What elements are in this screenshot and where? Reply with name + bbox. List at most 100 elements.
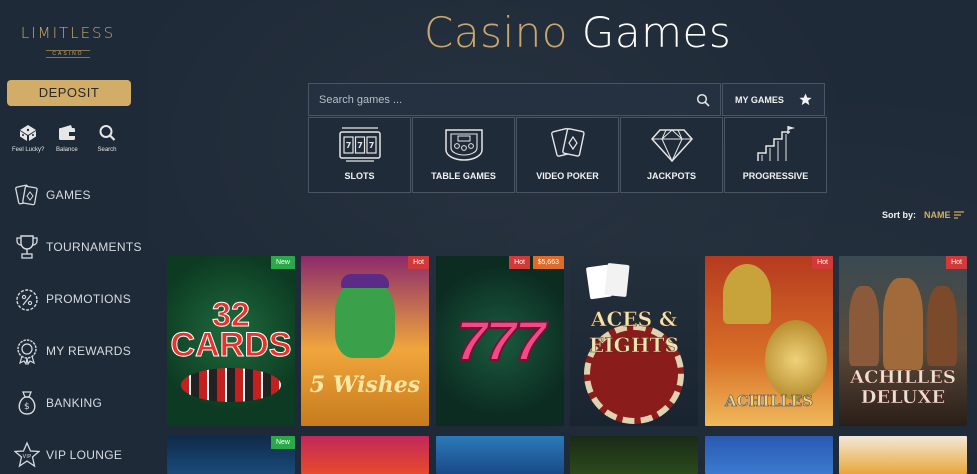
shield-art bbox=[765, 320, 827, 400]
money-bag-icon: $ bbox=[18, 391, 36, 415]
percent-badge-icon bbox=[16, 289, 38, 311]
warrior-art bbox=[927, 286, 957, 366]
category-bar: 777 SLOTS TABLE GAMES VIDEO POKER JACKPO… bbox=[308, 117, 828, 193]
nav-tournaments[interactable]: TOURNAMENTS bbox=[14, 232, 142, 262]
nav-my-rewards[interactable]: MY REWARDS bbox=[14, 336, 131, 366]
nav-promotions-label: PROMOTIONS bbox=[46, 292, 132, 306]
wallet-icon bbox=[58, 125, 75, 140]
game-tile-777[interactable]: 777 Hot $5,663 bbox=[436, 256, 564, 426]
cards-icon bbox=[15, 184, 38, 206]
nav-games[interactable]: GAMES bbox=[14, 180, 91, 210]
nav-banking-label: BANKING bbox=[46, 396, 103, 410]
nav-banking[interactable]: $ BANKING bbox=[14, 388, 102, 418]
balance-label: Balance bbox=[56, 147, 78, 153]
svg-text:7: 7 bbox=[368, 141, 374, 150]
poker-chips-art bbox=[181, 368, 281, 402]
search-icon[interactable] bbox=[696, 93, 710, 107]
search-input[interactable] bbox=[319, 93, 696, 106]
nav-vip-lounge-label: VIP LOUNGE bbox=[46, 448, 123, 462]
helmet-art bbox=[723, 264, 771, 324]
game-tile-row2-2[interactable] bbox=[301, 436, 429, 474]
game-tile-row2-1[interactable]: New bbox=[167, 436, 295, 474]
badge-new: New bbox=[270, 256, 295, 269]
slot-machine-icon: 777 bbox=[338, 127, 381, 162]
warrior-art bbox=[883, 278, 923, 370]
game-title: ACES & EIGHTS bbox=[589, 307, 679, 358]
search-shortcut-button[interactable]: Search bbox=[97, 124, 117, 153]
sidebar: LIMITLESS CASINO DEPOSIT Feel Lucky? Bal… bbox=[0, 0, 150, 474]
category-slots[interactable]: 777 SLOTS bbox=[308, 117, 411, 193]
sort-lines-icon bbox=[953, 211, 964, 219]
badge-hot: Hot bbox=[509, 256, 530, 269]
category-jackpots[interactable]: JACKPOTS bbox=[620, 117, 723, 193]
badge-hot: Hot bbox=[812, 256, 833, 269]
sort-label: Sort by: bbox=[882, 210, 917, 220]
game-tile-aces-eights[interactable]: ACES & EIGHTS bbox=[570, 256, 698, 426]
svg-text:$: $ bbox=[24, 402, 30, 412]
logo-sub: CASINO bbox=[46, 50, 90, 58]
balance-button[interactable]: Balance bbox=[56, 124, 78, 153]
search-shortcut-label: Search bbox=[97, 147, 117, 153]
badge-jackpot-amount: $5,663 bbox=[532, 256, 564, 269]
feel-lucky-label: Feel Lucky? bbox=[12, 147, 45, 153]
game-title: 32 CARDS bbox=[170, 296, 292, 364]
badge-hot: Hot bbox=[946, 256, 967, 269]
nav-promotions[interactable]: PROMOTIONS bbox=[14, 284, 131, 314]
diamond-icon bbox=[650, 129, 693, 163]
dice-icon bbox=[20, 125, 37, 141]
category-jackpots-label: JACKPOTS bbox=[646, 171, 696, 181]
page-title-casino: Casino bbox=[424, 8, 568, 57]
stairs-flag-icon bbox=[756, 126, 795, 161]
page-title: Casino Games bbox=[424, 8, 731, 57]
deposit-button[interactable]: DEPOSIT bbox=[7, 80, 131, 106]
search-icon bbox=[99, 125, 116, 141]
category-video-poker-label: VIDEO POKER bbox=[536, 171, 599, 181]
game-tile-5-wishes[interactable]: 5 Wishes Hot bbox=[301, 256, 429, 426]
category-video-poker[interactable]: VIDEO POKER bbox=[516, 117, 619, 193]
category-table-games[interactable]: TABLE GAMES bbox=[412, 117, 515, 193]
game-tile-row2-6[interactable] bbox=[839, 436, 967, 474]
category-table-games-label: TABLE GAMES bbox=[431, 171, 496, 181]
game-tile-achilles[interactable]: ACHILLES Hot bbox=[705, 256, 833, 426]
warrior-art bbox=[849, 286, 879, 366]
sort-value[interactable]: NAME bbox=[924, 210, 964, 220]
genie-hat-art bbox=[341, 274, 389, 288]
game-tile-32-cards[interactable]: 32 CARDS New bbox=[167, 256, 295, 426]
sort-control[interactable]: Sort by: NAME bbox=[882, 210, 964, 220]
my-games-button[interactable]: MY GAMES bbox=[722, 83, 825, 116]
logo[interactable]: LIMITLESS CASINO bbox=[18, 24, 118, 60]
svg-text:7: 7 bbox=[345, 141, 351, 150]
roulette-table-icon bbox=[444, 129, 483, 161]
playing-cards-icon bbox=[550, 127, 585, 157]
badge-new: New bbox=[270, 436, 295, 449]
page-title-games: Games bbox=[581, 8, 732, 57]
nav-games-label: GAMES bbox=[46, 188, 91, 202]
category-progressive-label: PROGRESSIVE bbox=[742, 171, 809, 181]
svg-text:VIP: VIP bbox=[23, 454, 32, 460]
badge-hot: Hot bbox=[408, 256, 429, 269]
game-title: ACHILLES DELUXE bbox=[850, 367, 956, 408]
game-tile-row2-4[interactable] bbox=[570, 436, 698, 474]
nav-vip-lounge[interactable]: VIP VIP LOUNGE bbox=[14, 440, 122, 470]
logo-brand: LIMITLESS bbox=[20, 24, 116, 42]
sort-value-text: NAME bbox=[924, 210, 951, 220]
search-bar bbox=[308, 83, 721, 116]
game-tile-row2-5[interactable] bbox=[705, 436, 833, 474]
game-tile-row2-3[interactable] bbox=[436, 436, 564, 474]
trophy-icon bbox=[16, 235, 38, 259]
genie-art bbox=[335, 278, 395, 358]
vip-star-icon: VIP bbox=[14, 441, 40, 468]
game-title: 777 bbox=[455, 308, 546, 373]
card-art bbox=[604, 262, 630, 298]
game-title: 5 Wishes bbox=[309, 372, 421, 398]
category-progressive[interactable]: PROGRESSIVE bbox=[724, 117, 827, 193]
category-slots-label: SLOTS bbox=[344, 171, 375, 181]
svg-text:7: 7 bbox=[357, 141, 363, 150]
nav-tournaments-label: TOURNAMENTS bbox=[46, 240, 142, 254]
nav-my-rewards-label: MY REWARDS bbox=[46, 344, 132, 358]
star-icon bbox=[799, 93, 812, 106]
my-games-label: MY GAMES bbox=[735, 94, 784, 105]
feel-lucky-button[interactable]: Feel Lucky? bbox=[12, 124, 44, 153]
game-tile-achilles-deluxe[interactable]: ACHILLES DELUXE Hot bbox=[839, 256, 967, 426]
medal-icon bbox=[17, 339, 37, 365]
